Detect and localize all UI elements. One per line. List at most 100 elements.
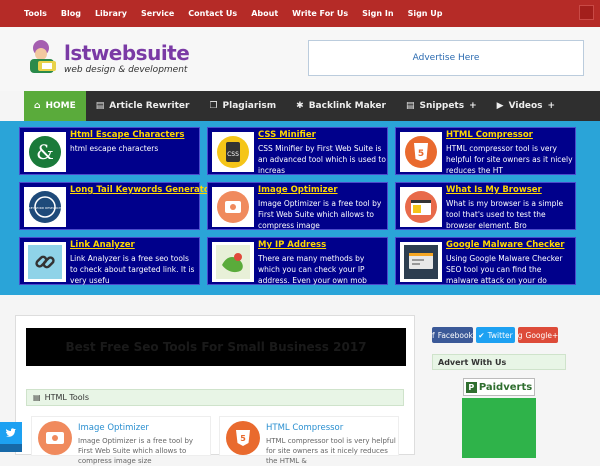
tool-card[interactable]: 5 HTML Compressor HTML compressor tool i… [395,127,576,175]
facebook-label: Facebook [437,330,473,340]
topnav-about[interactable]: About [251,9,278,18]
googleplus-icon: g [517,330,523,340]
tool-entry[interactable]: 5 HTML Compressor HTML compressor tool i… [219,416,399,465]
css-file-icon: CSS [212,132,254,172]
twitter-label: Twitter [487,330,513,340]
advertise-here-banner[interactable]: Advertise Here [308,40,584,76]
topnav-blog[interactable]: Blog [61,9,81,18]
html5-icon: 5 [400,132,442,172]
twitter-button[interactable]: ✔ Twitter [476,327,515,343]
tool-title[interactable]: My IP Address [258,240,326,250]
document-icon: ▤ [95,101,105,111]
topnav-signup[interactable]: Sign Up [408,9,443,18]
nav-plagiarism-label: Plagiarism [222,101,277,111]
sidebar: f Facebook ✔ Twitter g Google+ Advert With … [428,315,600,458]
paidverts-logo[interactable]: P Paidverts [463,378,535,396]
mascot-icon [30,40,56,73]
googleplus-button[interactable]: g Google+ [518,327,558,343]
chain-link-icon [24,242,66,282]
tool-card[interactable]: Image Optimizer Image Optimizer is a fre… [207,182,388,230]
facebook-icon: f [432,330,435,340]
tool-title[interactable]: Image Optimizer [258,185,338,195]
nav-home[interactable]: ⌂ HOME [24,91,86,121]
svg-text:CSS: CSS [227,151,239,158]
nav-videos-label: Videos [508,101,543,111]
tool-card[interactable]: & Html Escape Characters html escape cha… [19,127,200,175]
image-optimizer-icon [212,187,254,227]
main-navigation: ⌂ HOME ▤ Article Rewriter ❐ Plagiarism ✱ Bac… [24,91,600,121]
section-heading: ▤ HTML Tools [26,389,404,406]
tool-entry[interactable]: Image Optimizer Image Optimizer is a fre… [31,416,211,465]
plus-icon: + [547,101,556,111]
svg-text:5: 5 [240,434,246,443]
nav-backlink-label: Backlink Maker [308,101,386,111]
tool-card[interactable]: KEYWORD RESEARCH Long Tail Keywords Gene… [19,182,214,230]
nav-snippets[interactable]: ▤ Snippets + [396,91,487,121]
main-content: Best Free Seo Tools For Small Business 2… [15,315,415,465]
paidverts-ad[interactable] [462,398,536,458]
browser-window-icon [400,187,442,227]
malware-checker-icon [400,242,442,282]
topnav-contact[interactable]: Contact Us [188,9,237,18]
tool-desc: Image Optimizer is a free tool by First … [258,199,382,230]
copy-icon: ❐ [209,101,218,111]
nav-article-rewriter[interactable]: ▤ Article Rewriter [86,91,200,121]
entry-title[interactable]: HTML Compressor [266,423,343,433]
svg-text:5: 5 [418,149,424,159]
ip-map-icon [212,242,254,282]
topnav-tools[interactable]: Tools [24,9,47,18]
code-icon: ▤ [405,101,415,111]
advert-heading: Advert With Us [432,354,566,370]
tool-desc: html escape characters [70,144,159,153]
home-icon: ⌂ [34,101,41,111]
tool-desc [70,198,198,230]
tool-desc: HTML compressor tool is very helpful for… [446,144,573,175]
nav-backlink-maker[interactable]: ✱ Backlink Maker [286,91,396,121]
tool-desc: Using Google Malware Checker SEO tool yo… [446,254,563,285]
tool-card[interactable]: Link Analyzer Link Analyzer is a free se… [19,237,200,285]
top-navigation: Tools Blog Library Service Contact Us Ab… [0,0,600,27]
video-icon: ▶ [496,101,504,111]
svg-text:KEYWORD RESEARCH: KEYWORD RESEARCH [29,206,62,210]
tool-desc: CSS Minifier by First Web Suite is an ad… [258,144,386,175]
tool-card[interactable]: What Is My Browser What is my browser is… [395,182,576,230]
link-icon: ✱ [296,101,304,111]
corner-square [579,5,594,20]
tool-desc: There are many methods by which you can … [258,254,367,285]
tool-title[interactable]: Long Tail Keywords Generator [70,185,214,195]
entry-title[interactable]: Image Optimizer [78,423,149,433]
twitter-icon: ✔ [478,330,485,340]
plus-icon: + [469,101,477,111]
tool-card[interactable]: My IP Address There are many methods by … [207,237,388,285]
topnav-write[interactable]: Write For Us [292,9,348,18]
paidverts-label: Paidverts [478,381,533,393]
tool-title[interactable]: Html Escape Characters [70,130,184,140]
brand-tagline: web design & development [64,65,188,75]
entry-desc: HTML compressor tool is very helpful for… [266,437,396,465]
facebook-button[interactable]: f Facebook [432,327,473,343]
tool-card[interactable]: Google Malware Checker Using Google Malw… [395,237,576,285]
topnav-signin[interactable]: Sign In [362,9,393,18]
paidverts-mark-icon: P [465,381,477,393]
ampersand-icon: & [24,132,66,172]
tool-card[interactable]: CSS CSS Minifier CSS Minifier by First W… [207,127,388,175]
tool-title[interactable]: HTML Compressor [446,130,533,140]
tool-title[interactable]: What Is My Browser [446,185,542,195]
tool-title[interactable]: Google Malware Checker [446,240,564,250]
googleplus-label: Google+ [525,330,559,340]
tool-title[interactable]: Link Analyzer [70,240,135,250]
tool-title[interactable]: CSS Minifier [258,130,316,140]
twitter-share-icon[interactable] [0,422,22,444]
nav-home-label: HOME [45,101,76,111]
svg-text:&: & [36,140,54,164]
site-logo[interactable]: lstwebsuite web design & development [24,37,194,81]
nav-videos[interactable]: ▶ Videos + [487,91,565,121]
topnav-library[interactable]: Library [95,9,127,18]
entry-desc: Image Optimizer is a free tool by First … [78,437,194,465]
share-bar-stub [0,444,22,452]
site-header: lstwebsuite web design & development Adv… [0,27,600,91]
topnav-service[interactable]: Service [141,9,174,18]
keyword-research-icon: KEYWORD RESEARCH [24,187,66,227]
brand-name: lstwebsuite [64,41,190,65]
nav-plagiarism[interactable]: ❐ Plagiarism [199,91,286,121]
